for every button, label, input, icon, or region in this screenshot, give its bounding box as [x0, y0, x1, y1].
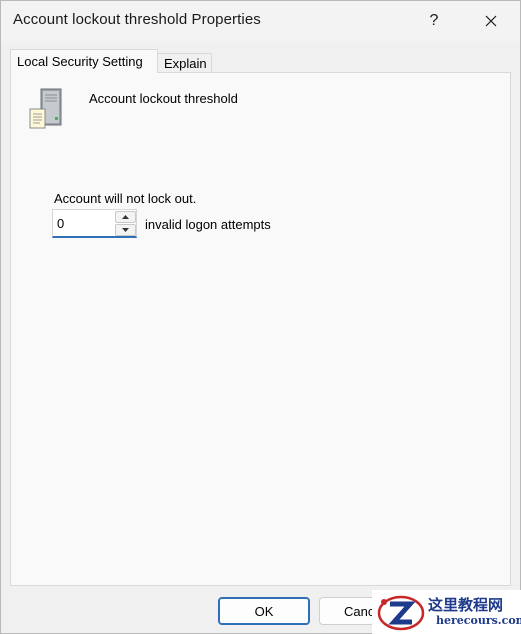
- help-button[interactable]: ?: [411, 1, 457, 41]
- properties-dialog: Account lockout threshold Properties ? L…: [0, 0, 521, 634]
- policy-name: Account lockout threshold: [89, 91, 238, 106]
- watermark: 这里教程网 herecours.com: [372, 590, 521, 634]
- title-bar[interactable]: Account lockout threshold Properties ?: [1, 1, 520, 41]
- watermark-logo-icon: [377, 595, 425, 631]
- tab-label: Explain: [164, 56, 207, 71]
- close-icon: [485, 15, 497, 27]
- chevron-up-icon: [122, 215, 129, 219]
- watermark-title: 这里教程网: [428, 596, 504, 614]
- spin-down-button[interactable]: [115, 224, 136, 236]
- attempts-unit-label: invalid logon attempts: [145, 217, 271, 232]
- tab-label: Local Security Setting: [17, 54, 143, 69]
- threshold-input[interactable]: [53, 210, 117, 237]
- chevron-down-icon: [122, 228, 129, 232]
- server-icon: [29, 88, 62, 129]
- threshold-spinbox[interactable]: [52, 209, 137, 238]
- close-button[interactable]: [468, 1, 514, 41]
- tab-local-security-setting[interactable]: Local Security Setting: [10, 49, 158, 73]
- spin-up-button[interactable]: [115, 211, 136, 223]
- window-title: Account lockout threshold Properties: [13, 11, 261, 28]
- lockout-status-text: Account will not lock out.: [54, 191, 197, 206]
- tab-panel: [10, 72, 511, 586]
- ok-button[interactable]: OK: [218, 597, 310, 625]
- watermark-url: herecours.com: [436, 614, 521, 627]
- tab-explain[interactable]: Explain: [158, 53, 212, 73]
- help-icon: ?: [429, 12, 439, 29]
